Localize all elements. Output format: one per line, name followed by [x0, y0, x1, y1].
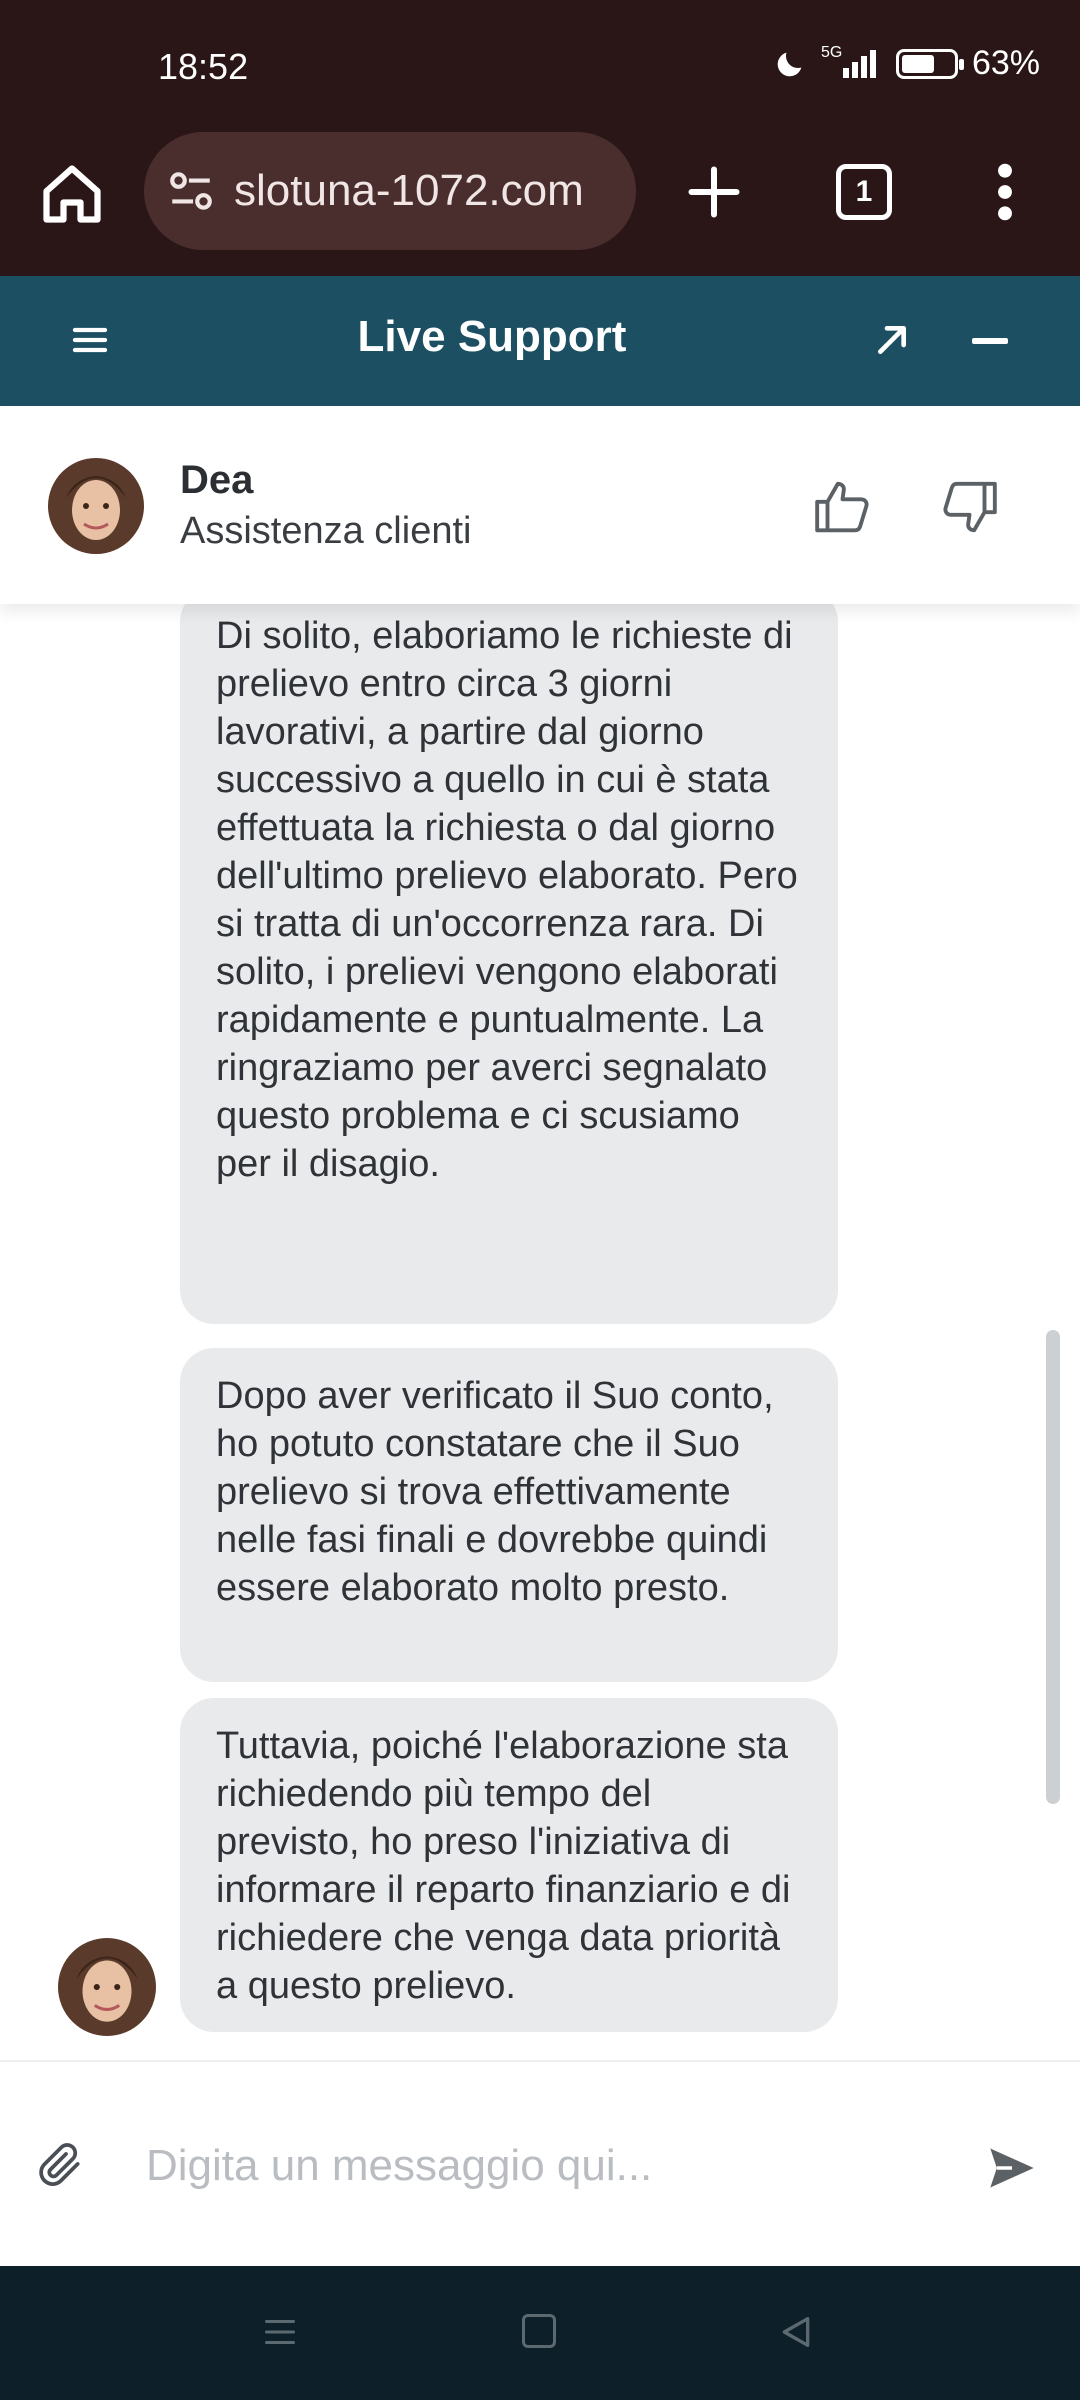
agent-message: Tuttavia, poiché l'elaborazione sta rich… [180, 1698, 838, 2032]
thumb-up-icon[interactable] [812, 476, 874, 538]
home-icon[interactable] [38, 160, 106, 228]
url-text[interactable]: slotuna-1072.com [234, 166, 584, 216]
agent-role: Assistenza clienti [180, 510, 472, 552]
status-bar: 18:52 5G 63% [0, 0, 1080, 130]
arrow-up-right-icon[interactable] [872, 320, 912, 360]
more-vert-icon[interactable] [990, 160, 1020, 224]
minus-icon[interactable] [972, 338, 1008, 344]
status-time: 18:52 [158, 46, 249, 87]
browser-toolbar: slotuna-1072.com 1 [0, 130, 1080, 276]
tab-count: 1 [855, 175, 873, 208]
network-type: 5G [820, 43, 843, 61]
support-title: Live Support [357, 312, 627, 361]
recents-icon[interactable] [262, 2312, 298, 2352]
chat-messages[interactable]: Di solito, elaboriamo le richieste di pr… [0, 604, 1080, 2060]
battery-fill [901, 54, 934, 73]
back-icon[interactable] [776, 2312, 816, 2352]
status-indicators: 5G 63% [773, 44, 1040, 83]
agent-name: Dea [180, 458, 254, 502]
send-icon[interactable] [984, 2142, 1040, 2194]
thumb-down-icon[interactable] [938, 476, 1000, 538]
message-input[interactable] [146, 2126, 946, 2206]
system-nav-bar [0, 2266, 1080, 2400]
agent-message: Dopo aver verificato il Suo conto, ho po… [180, 1348, 838, 1682]
avatar [58, 1938, 156, 2036]
support-header: Live Support [0, 276, 1080, 406]
home-nav-icon[interactable] [522, 2314, 556, 2348]
moon-icon [777, 52, 802, 76]
tab-switcher-button[interactable]: 1 [836, 164, 892, 220]
chat-scrollbar[interactable] [1046, 1330, 1060, 1804]
paperclip-icon[interactable] [36, 2140, 86, 2190]
battery-icon [895, 48, 964, 79]
address-bar[interactable]: slotuna-1072.com [144, 132, 636, 250]
tune-icon[interactable] [166, 166, 216, 216]
plus-icon[interactable] [684, 162, 744, 222]
battery-percent: 63% [971, 44, 1040, 82]
agent-message: Di solito, elaboriamo le richieste di pr… [180, 604, 838, 1324]
avatar [48, 458, 144, 554]
message-composer [0, 2060, 1080, 2266]
network-icon: 5G [821, 44, 876, 78]
agent-header: Dea Assistenza clienti [0, 406, 1080, 604]
